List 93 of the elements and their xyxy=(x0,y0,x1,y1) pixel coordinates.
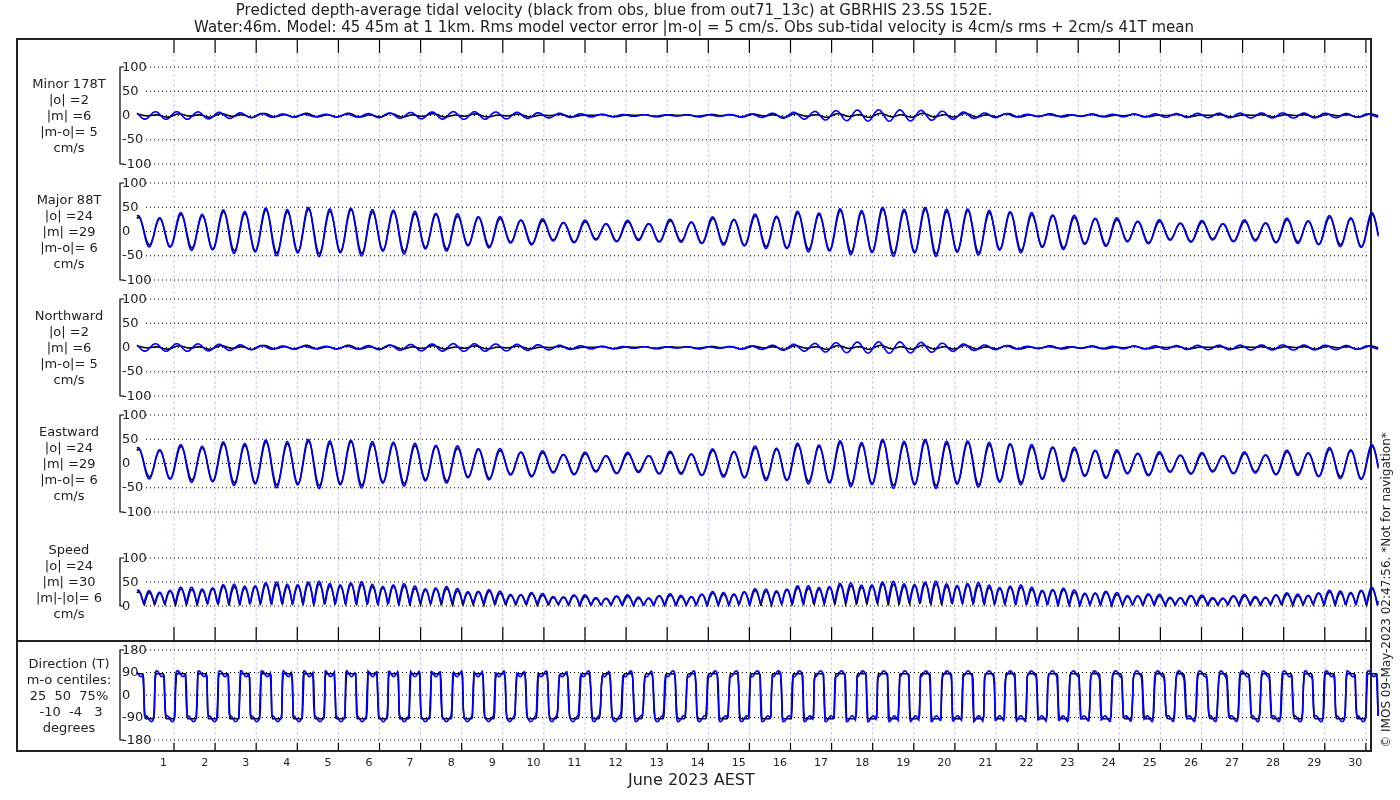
panel-label: Minor 178T xyxy=(32,75,106,92)
x-tick-label: 8 xyxy=(447,756,455,770)
y-tick-label: -50 xyxy=(122,363,144,379)
y-tick-label: 100 xyxy=(122,406,147,422)
y-tick-label: 100 xyxy=(122,290,147,306)
y-tick-label: 0 xyxy=(122,597,131,613)
x-tick-label: 25 xyxy=(1142,756,1157,770)
x-tick-label: 24 xyxy=(1101,756,1116,770)
panel-label: cm/s xyxy=(53,606,85,622)
panel-label: |m| =6 xyxy=(46,339,92,356)
y-tick-label: 180 xyxy=(122,641,147,657)
panel-label: |o| =24 xyxy=(44,207,94,224)
x-tick-label: 3 xyxy=(242,756,250,770)
x-tick-label: 26 xyxy=(1183,756,1198,770)
y-tick-label: 50 xyxy=(122,82,139,98)
chart-title: Water:46m. Model: 45 45m at 1 1km. Rms model vector error |m-o| = 5 cm/s. Obs sub-tidal velocity is 4cm/s rms + 2cm/s 41T mean xyxy=(194,19,1194,36)
panel-label: |m| =6 xyxy=(46,107,92,124)
x-tick-label: 11 xyxy=(567,756,582,770)
panel-label: degrees xyxy=(42,720,96,736)
panel-label: |m-o|= 6 xyxy=(40,471,98,488)
panel-label: cm/s xyxy=(53,487,85,504)
y-tick-label: 0 xyxy=(122,686,131,702)
x-tick-label: 18 xyxy=(855,756,870,770)
x-tick-label: 2 xyxy=(201,756,209,770)
panel-label: -10 -4 3 xyxy=(38,704,103,720)
panel-label: |o| =2 xyxy=(49,323,89,340)
panel-label: |o| =24 xyxy=(44,439,94,456)
panel-label: Eastward xyxy=(39,423,99,440)
panel-label: cm/s xyxy=(53,139,85,156)
y-tick-label: 100 xyxy=(122,174,147,190)
panel-label: |m-o|= 6 xyxy=(40,239,98,256)
x-tick-label: 20 xyxy=(937,756,952,770)
x-tick-label: 6 xyxy=(365,756,373,770)
x-tick-label: 27 xyxy=(1225,756,1239,770)
panel-label: 25 50 75% xyxy=(29,688,109,704)
y-tick-label: 100 xyxy=(122,549,147,565)
panel-label: |m| =30 xyxy=(42,574,96,590)
y-tick-label: -50 xyxy=(122,479,144,495)
x-tick-label: 28 xyxy=(1266,756,1281,770)
y-axis xyxy=(119,557,125,607)
x-tick-label: 1 xyxy=(160,756,168,770)
y-tick-label: 0 xyxy=(122,223,131,238)
y-tick-label: -100 xyxy=(122,155,152,171)
y-tick-label: -100 xyxy=(122,271,152,287)
panel-label: |m|-|o|= 6 xyxy=(35,590,103,606)
x-tick-label: 13 xyxy=(649,756,664,770)
x-tick-label: 9 xyxy=(488,756,496,770)
y-tick-label: -100 xyxy=(122,503,152,519)
panel-label: m-o centiles: xyxy=(26,672,112,688)
y-tick-label: -180 xyxy=(122,731,152,747)
y-tick-label: 50 xyxy=(122,314,139,330)
x-tick-label: 5 xyxy=(324,756,332,770)
panel-label: Speed xyxy=(48,542,90,558)
panel-label: cm/s xyxy=(53,371,85,388)
x-tick-label: 19 xyxy=(896,756,911,770)
x-tick-label: 22 xyxy=(1019,756,1034,770)
panel-label: |m| =29 xyxy=(42,455,96,472)
x-tick-label: 16 xyxy=(772,756,787,770)
panel-label: Northward xyxy=(34,307,104,324)
x-tick-label: 23 xyxy=(1060,756,1075,770)
panel-label: Direction (T) xyxy=(28,656,110,672)
panel-label: |m-o|= 5 xyxy=(40,123,98,140)
x-tick-label: 21 xyxy=(978,756,993,770)
y-tick-label: 0 xyxy=(122,455,131,470)
x-tick-label: 12 xyxy=(608,756,623,770)
copyright-note: © IMOS 09-May-2023 02:47:56. *Not for navigation* xyxy=(1379,432,1393,748)
y-tick-label: 100 xyxy=(122,58,147,74)
panel-label: cm/s xyxy=(53,255,85,272)
y-tick-label: 50 xyxy=(122,198,139,214)
y-tick-label: 50 xyxy=(122,573,139,589)
panel-label: |o| =24 xyxy=(44,558,94,574)
panel-label: |m| =29 xyxy=(42,223,96,240)
panel-label: |o| =2 xyxy=(49,91,89,108)
y-tick-label: -50 xyxy=(122,131,144,147)
x-tick-label: 10 xyxy=(526,756,541,770)
y-tick-label: 90 xyxy=(122,664,139,679)
y-tick-label: -100 xyxy=(122,387,152,403)
y-tick-label: -50 xyxy=(122,247,144,263)
x-tick-label: 30 xyxy=(1348,756,1363,770)
x-tick-label: 7 xyxy=(406,756,414,770)
x-tick-label: 14 xyxy=(690,756,705,770)
x-tick-label: 15 xyxy=(731,756,746,770)
y-tick-label: 0 xyxy=(122,107,131,122)
x-tick-label: 17 xyxy=(814,756,829,770)
chart-title: Predicted depth-average tidal velocity (black from obs, blue from out71_13c) at GBRHIS 23.5S 152E. xyxy=(235,2,994,19)
y-tick-label: 0 xyxy=(122,339,131,354)
x-axis-label: June 2023 AEST xyxy=(628,770,755,790)
panel-label: |m-o|= 5 xyxy=(40,355,98,372)
y-tick-label: -90 xyxy=(122,709,144,724)
y-tick-label: 50 xyxy=(122,430,139,446)
panel-label: Major 88T xyxy=(36,191,102,208)
x-tick-label: 4 xyxy=(283,756,291,770)
x-tick-label: 29 xyxy=(1307,756,1322,770)
